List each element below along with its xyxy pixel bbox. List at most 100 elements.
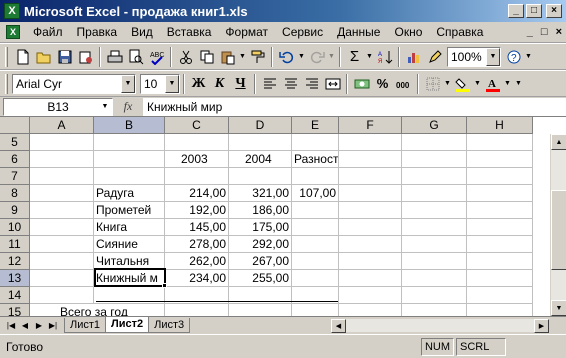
cell-g8[interactable]	[402, 185, 467, 202]
sheet-tab-1[interactable]: Лист1	[64, 317, 107, 333]
cell-h10[interactable]	[467, 219, 533, 236]
minimize-button[interactable]: _	[508, 4, 524, 18]
align-left-icon[interactable]	[259, 73, 280, 94]
cell-e7[interactable]	[292, 168, 339, 185]
menu-edit[interactable]: Правка	[70, 25, 125, 39]
sheet-tab-3[interactable]: Лист3	[148, 317, 191, 333]
menu-help[interactable]: Справка	[429, 25, 490, 39]
row-header-14[interactable]: 14	[0, 287, 30, 304]
cell-b11[interactable]: Сияние	[94, 236, 165, 253]
font-name-dropdown-icon[interactable]: ▼	[121, 74, 135, 93]
cell-h7[interactable]	[467, 168, 533, 185]
cell-g12[interactable]	[402, 253, 467, 270]
open-folder-icon[interactable]	[33, 46, 54, 67]
font-size-select[interactable]: 10 ▼	[140, 73, 180, 94]
menu-window[interactable]: Окно	[387, 25, 429, 39]
row-header-8[interactable]: 8	[0, 185, 30, 202]
cell-e11[interactable]	[292, 236, 339, 253]
row-header-5[interactable]: 5	[0, 134, 30, 151]
zoom-dropdown-icon[interactable]: ▼	[486, 47, 500, 66]
menu-format[interactable]: Формат	[218, 25, 275, 39]
cell-d7[interactable]	[229, 168, 292, 185]
toolbar-options-icon[interactable]: ▼	[514, 80, 523, 87]
format-painter-icon[interactable]	[247, 46, 268, 67]
cell-h12[interactable]	[467, 253, 533, 270]
cell-a7[interactable]	[30, 168, 94, 185]
select-all-corner[interactable]	[0, 117, 30, 134]
align-center-icon[interactable]	[280, 73, 301, 94]
row-header-7[interactable]: 7	[0, 168, 30, 185]
cell-f8[interactable]	[339, 185, 402, 202]
workbook-icon[interactable]: X	[6, 25, 20, 39]
cell-e13[interactable]	[292, 270, 339, 287]
chart-wizard-icon[interactable]	[403, 46, 424, 67]
cell-b9[interactable]: Прометей	[94, 202, 165, 219]
cell-h9[interactable]	[467, 202, 533, 219]
cell-h14[interactable]	[467, 287, 533, 304]
toolbar-grip[interactable]	[5, 46, 8, 67]
zoom-select[interactable]: 100% ▼	[447, 46, 501, 67]
cell-e9[interactable]	[292, 202, 339, 219]
cell-d15[interactable]	[229, 304, 292, 316]
cell-g11[interactable]	[402, 236, 467, 253]
scroll-right-icon[interactable]: ▶	[534, 319, 549, 333]
column-header-g[interactable]: G	[402, 117, 467, 134]
column-header-d[interactable]: D	[229, 117, 292, 134]
cell-c9[interactable]: 192,00	[165, 202, 229, 219]
row-header-6[interactable]: 6	[0, 151, 30, 168]
menu-file[interactable]: Файл	[26, 25, 70, 39]
toolbar-options-icon[interactable]: ▼	[524, 53, 533, 60]
cell-g14[interactable]	[402, 287, 467, 304]
cell-d9[interactable]: 186,00	[229, 202, 292, 219]
sort-ascending-icon[interactable]: АЯ	[374, 46, 395, 67]
cell-f14[interactable]	[339, 287, 402, 304]
cell-d6[interactable]: 2004	[229, 151, 292, 168]
cell-e12[interactable]	[292, 253, 339, 270]
column-header-a[interactable]: A	[30, 117, 94, 134]
currency-icon[interactable]	[351, 73, 372, 94]
cell-d12[interactable]: 267,00	[229, 253, 292, 270]
cell-f12[interactable]	[339, 253, 402, 270]
permission-icon[interactable]	[75, 46, 96, 67]
undo-dropdown-icon[interactable]: ▼	[297, 53, 306, 60]
cell-a13[interactable]	[30, 270, 94, 287]
autosum-dropdown-icon[interactable]: ▼	[365, 53, 374, 60]
scroll-left-icon[interactable]: ◀	[331, 319, 346, 333]
cell-e5[interactable]	[292, 134, 339, 151]
menu-tools[interactable]: Сервис	[275, 25, 330, 39]
cell-d5[interactable]	[229, 134, 292, 151]
close-button[interactable]: ×	[546, 4, 562, 18]
menu-view[interactable]: Вид	[124, 25, 160, 39]
cell-h11[interactable]	[467, 236, 533, 253]
spelling-icon[interactable]: ABC	[146, 46, 167, 67]
cell-f10[interactable]	[339, 219, 402, 236]
cell-f5[interactable]	[339, 134, 402, 151]
font-name-select[interactable]: Arial Cyr ▼	[12, 73, 136, 94]
cell-f13[interactable]	[339, 270, 402, 287]
cell-e6[interactable]: Разность	[292, 151, 339, 168]
cell-c10[interactable]: 145,00	[165, 219, 229, 236]
cell-a14[interactable]	[30, 287, 94, 304]
merge-center-icon[interactable]	[322, 73, 343, 94]
cell-b10[interactable]: Книга	[94, 219, 165, 236]
font-color-icon[interactable]: A	[482, 73, 503, 94]
cell-g9[interactable]	[402, 202, 467, 219]
cell-c13[interactable]: 234,00	[165, 270, 229, 287]
undo-icon[interactable]	[276, 46, 297, 67]
row-header-9[interactable]: 9	[0, 202, 30, 219]
doc-minimize-button[interactable]: _	[523, 26, 537, 38]
cell-e15[interactable]	[292, 304, 339, 316]
cell-a10[interactable]	[30, 219, 94, 236]
cell-a8[interactable]	[30, 185, 94, 202]
cell-g6[interactable]	[402, 151, 467, 168]
cell-b5[interactable]	[94, 134, 165, 151]
cell-h15[interactable]	[467, 304, 533, 316]
column-header-b[interactable]: B	[94, 117, 165, 134]
font-color-dropdown-icon[interactable]: ▼	[503, 80, 512, 87]
cell-g5[interactable]	[402, 134, 467, 151]
horizontal-scrollbar[interactable]: ◀ ▶	[330, 318, 550, 333]
cell-c6[interactable]: 2003	[165, 151, 229, 168]
cell-h5[interactable]	[467, 134, 533, 151]
cell-f15[interactable]	[339, 304, 402, 316]
doc-restore-button[interactable]: □	[537, 26, 552, 38]
